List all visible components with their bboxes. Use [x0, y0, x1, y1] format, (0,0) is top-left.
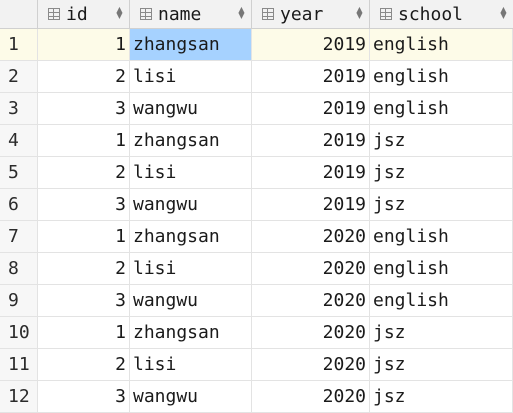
cell-id[interactable]: 3 [38, 381, 130, 413]
cell-year[interactable]: 2020 [252, 253, 370, 285]
cell-year[interactable]: 2019 [252, 93, 370, 125]
cell-name[interactable]: zhangsan [130, 221, 252, 253]
cell-name[interactable]: wangwu [130, 189, 252, 221]
table-row[interactable]: 4 1 zhangsan 2019 jsz [0, 125, 513, 157]
table-row[interactable]: 7 1 zhangsan 2020 english [0, 221, 513, 253]
cell-id[interactable]: 2 [38, 253, 130, 285]
row-number[interactable]: 9 [0, 285, 38, 317]
cell-id[interactable]: 3 [38, 93, 130, 125]
row-number[interactable]: 10 [0, 317, 38, 349]
cell-name[interactable]: lisi [130, 253, 252, 285]
column-header-name[interactable]: name ▲ ▼ [130, 0, 252, 28]
cell-school[interactable]: jsz [370, 125, 513, 157]
table-column-icon [140, 8, 152, 20]
table-row[interactable]: 12 3 wangwu 2020 jsz [0, 381, 513, 413]
table-row[interactable]: 11 2 lisi 2020 jsz [0, 349, 513, 381]
cell-id[interactable]: 1 [38, 317, 130, 349]
table-column-icon [380, 8, 392, 20]
cell-id[interactable]: 2 [38, 157, 130, 189]
row-number[interactable]: 6 [0, 189, 38, 221]
row-number[interactable]: 1 [0, 29, 38, 61]
column-header-label: school [398, 3, 464, 25]
table-row[interactable]: 1 1 zhangsan 2019 english [0, 29, 513, 61]
cell-year[interactable]: 2020 [252, 317, 370, 349]
cell-school[interactable]: jsz [370, 157, 513, 189]
cell-school[interactable]: english [370, 93, 513, 125]
sort-arrows-icon[interactable]: ▲ ▼ [116, 6, 123, 20]
column-header-label: year [280, 3, 324, 25]
table-row[interactable]: 5 2 lisi 2019 jsz [0, 157, 513, 189]
cell-year[interactable]: 2019 [252, 29, 370, 61]
table-row[interactable]: 10 1 zhangsan 2020 jsz [0, 317, 513, 349]
cell-year[interactable]: 2019 [252, 61, 370, 93]
cell-name[interactable]: lisi [130, 349, 252, 381]
cell-school[interactable]: english [370, 61, 513, 93]
cell-school[interactable]: english [370, 221, 513, 253]
sort-arrows-icon[interactable]: ▲ ▼ [238, 6, 245, 20]
cell-year[interactable]: 2019 [252, 125, 370, 157]
table-row[interactable]: 8 2 lisi 2020 english [0, 253, 513, 285]
cell-year[interactable]: 2020 [252, 349, 370, 381]
cell-id[interactable]: 1 [38, 221, 130, 253]
table-row[interactable]: 6 3 wangwu 2019 jsz [0, 189, 513, 221]
row-number[interactable]: 8 [0, 253, 38, 285]
grid-header: id ▲ ▼ name ▲ ▼ year ▲ ▼ school ▲ ▼ [0, 0, 513, 29]
cell-name[interactable]: zhangsan [130, 317, 252, 349]
cell-school[interactable]: jsz [370, 381, 513, 413]
cell-year[interactable]: 2019 [252, 189, 370, 221]
cell-name[interactable]: lisi [130, 61, 252, 93]
cell-school[interactable]: english [370, 29, 513, 61]
cell-school[interactable]: english [370, 285, 513, 317]
table-column-icon [48, 8, 60, 20]
row-number[interactable]: 4 [0, 125, 38, 157]
cell-id[interactable]: 1 [38, 125, 130, 157]
cell-year[interactable]: 2020 [252, 285, 370, 317]
column-header-school[interactable]: school ▲ ▼ [370, 0, 513, 28]
column-header-label: name [158, 3, 202, 25]
row-number[interactable]: 5 [0, 157, 38, 189]
cell-school[interactable]: jsz [370, 189, 513, 221]
cell-school[interactable]: english [370, 253, 513, 285]
cell-id[interactable]: 1 [38, 29, 130, 61]
cell-id[interactable]: 2 [38, 61, 130, 93]
table-column-icon [262, 8, 274, 20]
cell-name[interactable]: wangwu [130, 285, 252, 317]
cell-id[interactable]: 2 [38, 349, 130, 381]
column-header-year[interactable]: year ▲ ▼ [252, 0, 370, 28]
row-number[interactable]: 7 [0, 221, 38, 253]
row-number[interactable]: 3 [0, 93, 38, 125]
cell-year[interactable]: 2020 [252, 381, 370, 413]
column-header-id[interactable]: id ▲ ▼ [38, 0, 130, 28]
cell-name[interactable]: zhangsan [130, 29, 252, 61]
cell-id[interactable]: 3 [38, 189, 130, 221]
sort-arrows-icon[interactable]: ▲ ▼ [356, 6, 363, 20]
cell-name[interactable]: lisi [130, 157, 252, 189]
cell-school[interactable]: jsz [370, 349, 513, 381]
row-number[interactable]: 11 [0, 349, 38, 381]
row-number[interactable]: 12 [0, 381, 38, 413]
cell-year[interactable]: 2020 [252, 221, 370, 253]
column-header-label: id [66, 3, 88, 25]
row-number[interactable]: 2 [0, 61, 38, 93]
result-grid: id ▲ ▼ name ▲ ▼ year ▲ ▼ school ▲ ▼ 1 1 zhangs… [0, 0, 513, 413]
cell-year[interactable]: 2019 [252, 157, 370, 189]
cell-name[interactable]: wangwu [130, 381, 252, 413]
cell-id[interactable]: 3 [38, 285, 130, 317]
cell-name[interactable]: zhangsan [130, 125, 252, 157]
cell-name[interactable]: wangwu [130, 93, 252, 125]
sort-arrows-icon[interactable]: ▲ ▼ [500, 6, 507, 20]
table-row[interactable]: 3 3 wangwu 2019 english [0, 93, 513, 125]
rownum-header [0, 0, 38, 28]
table-row[interactable]: 2 2 lisi 2019 english [0, 61, 513, 93]
cell-school[interactable]: jsz [370, 317, 513, 349]
table-row[interactable]: 9 3 wangwu 2020 english [0, 285, 513, 317]
